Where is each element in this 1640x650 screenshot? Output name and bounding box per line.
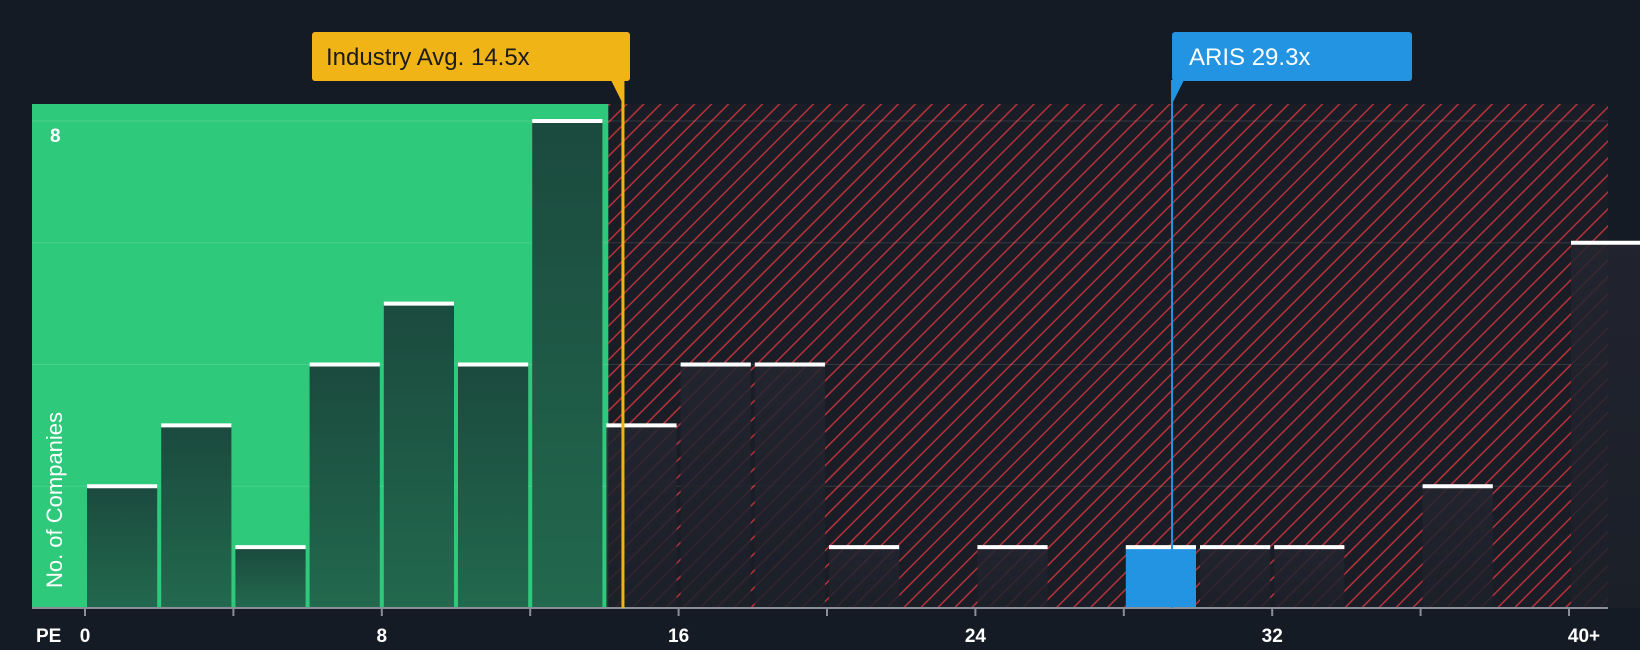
bar (606, 425, 677, 608)
bar-top-marker (458, 362, 529, 367)
x-tick-label: 32 (1262, 626, 1283, 647)
bar-top-marker (235, 545, 306, 550)
industry-avg-pointer (610, 80, 623, 104)
bar-top-marker (532, 119, 603, 123)
bar-top-marker (1200, 545, 1271, 550)
bar (977, 547, 1048, 608)
x-tick-label: 16 (668, 626, 689, 647)
bar-top-marker (383, 301, 454, 306)
bar (161, 425, 232, 608)
bar-top-marker (1422, 484, 1493, 489)
x-tick-label: 24 (965, 626, 987, 647)
industry-avg-label: Industry Avg. 14.5x (326, 44, 530, 71)
bar-top-marker (161, 423, 232, 428)
bar (754, 364, 825, 608)
bar-top-marker (754, 362, 825, 367)
x-axis-label: PE (36, 626, 61, 647)
bar-top-marker (680, 362, 751, 367)
bar (235, 547, 306, 608)
bar-company (1125, 547, 1196, 608)
bar (87, 486, 158, 608)
company-label: ARIS 29.3x (1189, 44, 1310, 71)
x-tick-label: 8 (377, 626, 388, 647)
chart-canvas: 0 8 16 24 32 40+ PE 8 No. of Companies Industry A… (32, 32, 1640, 647)
bar (1422, 486, 1493, 608)
bar-top-marker (1125, 545, 1196, 550)
bar-top-marker (1571, 240, 1640, 245)
y-axis-label: No. of Companies (42, 412, 67, 588)
bar (1274, 547, 1345, 608)
pe-distribution-chart: 0 8 16 24 32 40+ PE 8 No. of Companies Industry A… (0, 0, 1640, 650)
bar (383, 303, 454, 608)
bar (1200, 547, 1271, 608)
bar (309, 364, 380, 608)
bar (532, 121, 603, 608)
bar (829, 547, 900, 608)
bar-top-marker (87, 484, 158, 489)
bar-top-marker (309, 362, 380, 367)
bar-top-marker (606, 423, 677, 428)
company-pointer (1172, 80, 1185, 104)
x-tick-label: 40+ (1568, 626, 1600, 647)
bar-top-marker (977, 545, 1048, 550)
bar (458, 364, 529, 608)
bar (1571, 242, 1640, 608)
y-tick-label: 8 (50, 126, 61, 147)
x-tick-label: 0 (80, 626, 91, 647)
bar-top-marker (1274, 545, 1345, 550)
bar (680, 364, 751, 608)
bar-top-marker (829, 545, 900, 550)
